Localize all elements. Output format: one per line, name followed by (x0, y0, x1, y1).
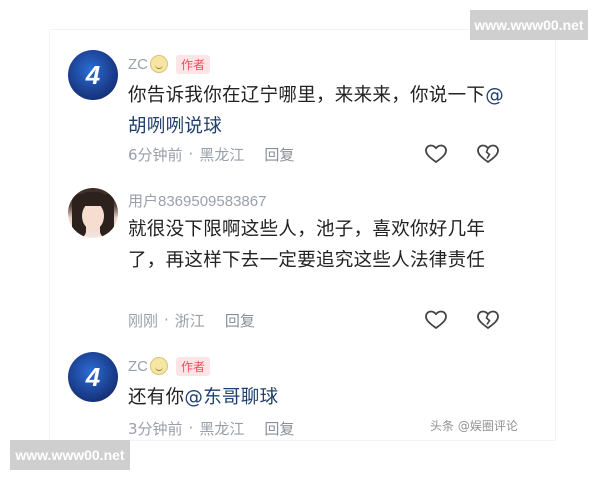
mention-link[interactable]: @东哥聊球 (184, 387, 278, 408)
author-badge: 作者 (176, 356, 211, 376)
meta-separator: · (188, 419, 194, 437)
comment-body: 就很没下限啊这些人，池子，喜欢你好几年了，再这样下去一定要追究这些人法律责任 (128, 219, 486, 271)
comment-meta: 3分钟前 · 黑龙江 回复 (128, 418, 294, 438)
watermark-bottom: www.www00.net (10, 440, 130, 470)
watermark-top: www.www00.net (470, 10, 588, 40)
comment-header: ZC 作者 (128, 52, 211, 76)
heart-outline-icon[interactable] (424, 308, 448, 332)
heart-outline-icon[interactable] (424, 142, 448, 166)
avatar-face (82, 202, 104, 230)
broken-heart-icon[interactable] (476, 308, 500, 332)
emoji-face-icon (150, 55, 168, 73)
reply-button[interactable]: 回复 (225, 310, 255, 331)
comment-header: 用户8369509583867 (128, 188, 266, 212)
comment-location: 黑龙江 (199, 419, 245, 438)
meta-separator: · (164, 311, 169, 329)
avatar[interactable]: 4 (68, 352, 118, 402)
comment-meta: 6分钟前 · 黑龙江 回复 (128, 144, 294, 164)
comment-time: 6分钟前 (128, 145, 183, 164)
avatar-bangs (78, 192, 108, 206)
comment-text: 就很没下限啊这些人，池子，喜欢你好几年了，再这样下去一定要追究这些人法律责任 (128, 214, 518, 276)
avatar-label: 4 (85, 361, 101, 392)
reply-button[interactable]: 回复 (264, 144, 294, 165)
comment-location: 浙江 (174, 311, 205, 330)
comment-body: 你告诉我你在辽宁哪里，来来来，你说一下 (128, 85, 486, 106)
username[interactable]: 用户8369509583867 (128, 190, 266, 211)
reaction-icons (424, 308, 504, 332)
meta-separator: · (188, 145, 194, 163)
username[interactable]: ZC (128, 56, 148, 73)
broken-heart-icon[interactable] (476, 142, 500, 166)
comment-header: ZC 作者 (128, 354, 211, 378)
reaction-icons (424, 142, 504, 166)
comment-time: 3分钟前 (128, 419, 183, 438)
avatar[interactable]: 4 (68, 50, 118, 100)
source-watermark: 头条 @娱圈评论 (430, 419, 518, 433)
author-badge: 作者 (176, 54, 211, 74)
comment-meta: 刚刚 · 浙江 回复 (128, 310, 255, 330)
reply-button[interactable]: 回复 (264, 418, 294, 439)
comment-time: 刚刚 (128, 311, 159, 330)
avatar[interactable] (68, 188, 118, 238)
comment-body: 还有你 (128, 387, 185, 408)
comment-location: 黑龙江 (199, 145, 245, 164)
emoji-face-icon (150, 357, 168, 375)
comment-text: 还有你@东哥聊球 (128, 382, 518, 413)
comment-text: 你告诉我你在辽宁哪里，来来来，你说一下@胡咧咧说球 (128, 80, 518, 142)
avatar-label: 4 (85, 59, 101, 90)
username[interactable]: ZC (128, 358, 148, 375)
